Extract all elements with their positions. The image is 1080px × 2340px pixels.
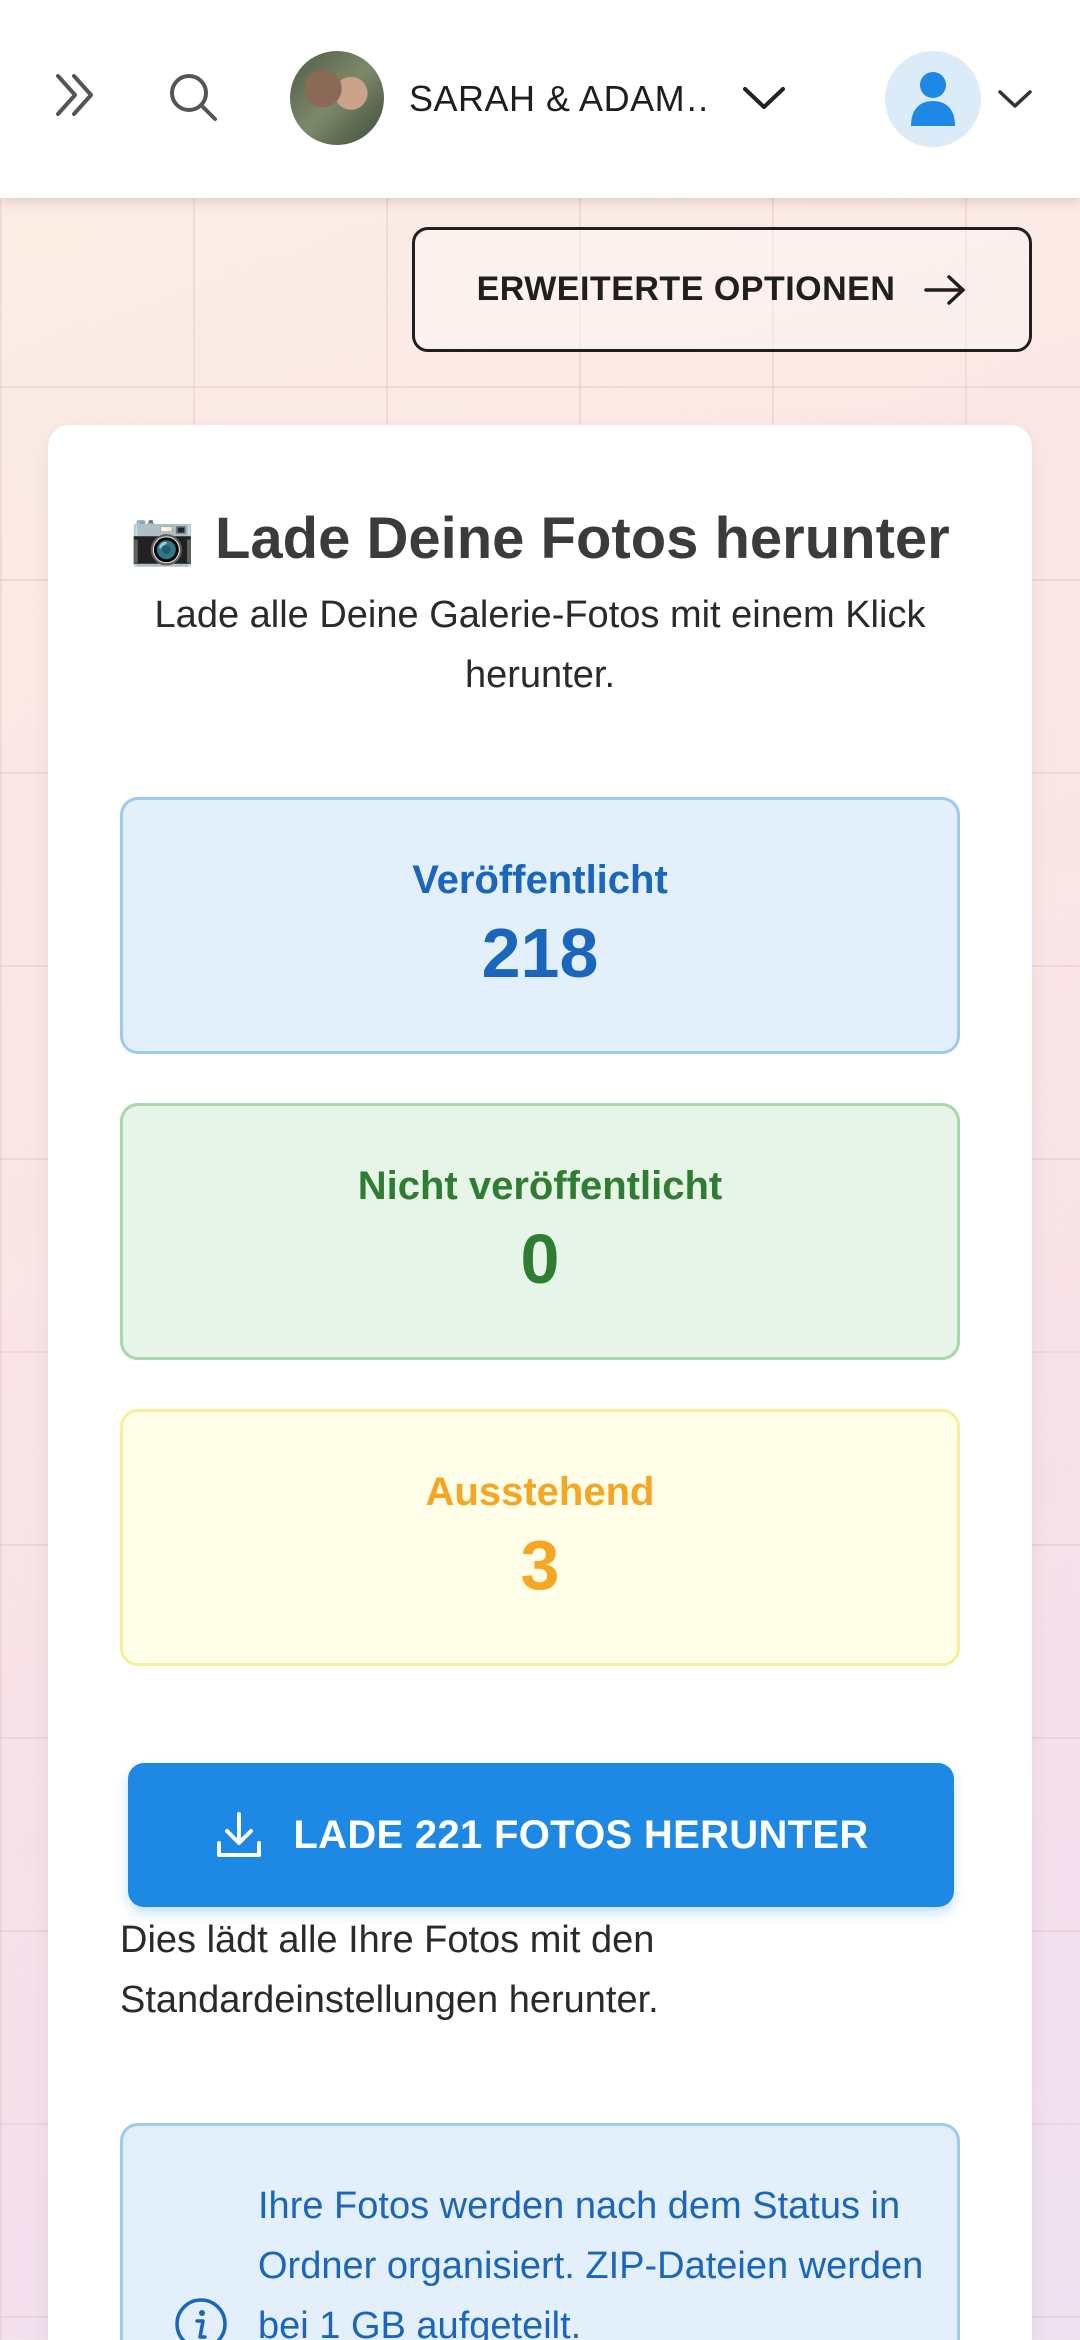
- search-icon: [170, 74, 217, 121]
- advanced-options-button[interactable]: ERWEITERTE OPTIONEN: [412, 227, 1032, 352]
- download-icon: [217, 1812, 262, 1857]
- chevron-down-icon: [998, 90, 1032, 108]
- download-all-button[interactable]: LADE 221 FOTOS HERUNTER: [128, 1763, 954, 1907]
- stat-label: Veröffentlicht: [412, 858, 668, 902]
- user-avatar-button[interactable]: [885, 51, 981, 147]
- info-icon: [175, 2298, 227, 2340]
- stat-value: 3: [520, 1526, 560, 1604]
- download-note: Dies lädt alle Ihre Fotos mit den Standa…: [120, 1919, 659, 2021]
- search-button[interactable]: [158, 62, 228, 132]
- info-text: Ihre Fotos werden nach dem Status in Ord…: [258, 2185, 924, 2340]
- stat-pending: Ausstehend 3: [120, 1409, 960, 1666]
- stat-label: Ausstehend: [425, 1470, 655, 1514]
- gallery-dropdown-button[interactable]: [734, 68, 794, 128]
- card-subtitle: Lade alle Deine Galerie-Fotos mit einem …: [154, 594, 926, 696]
- stat-published: Veröffentlicht 218: [120, 797, 960, 1054]
- stat-value: 0: [520, 1220, 560, 1298]
- user-dropdown-button[interactable]: [990, 74, 1040, 124]
- stat-value: 218: [481, 914, 599, 992]
- top-bar: SARAH & ADAM…: [0, 0, 1080, 198]
- chevron-down-icon: [743, 87, 785, 109]
- info-box: Ihre Fotos werden nach dem Status in Ord…: [120, 2123, 960, 2340]
- camera-icon: 📷: [130, 509, 195, 568]
- stat-label: Nicht veröffentlicht: [357, 1164, 723, 1208]
- download-all-label: LADE 221 FOTOS HERUNTER: [293, 1812, 869, 1857]
- expand-menu-button[interactable]: [40, 60, 110, 130]
- card-title: 📷 Lade Deine Fotos herunter: [48, 505, 1032, 572]
- advanced-options-label: ERWEITERTE OPTIONEN: [476, 270, 896, 308]
- card-title-text: Lade Deine Fotos herunter: [214, 506, 950, 571]
- user-icon: [911, 72, 955, 126]
- arrow-right-icon: [924, 274, 966, 305]
- stat-unpublished: Nicht veröffentlicht 0: [120, 1103, 960, 1360]
- gallery-avatar[interactable]: [290, 51, 384, 145]
- double-chevron-right-icon: [56, 74, 93, 116]
- download-card: 📷 Lade Deine Fotos herunter Lade alle De…: [48, 425, 1032, 2340]
- gallery-name[interactable]: SARAH & ADAM…: [409, 78, 709, 120]
